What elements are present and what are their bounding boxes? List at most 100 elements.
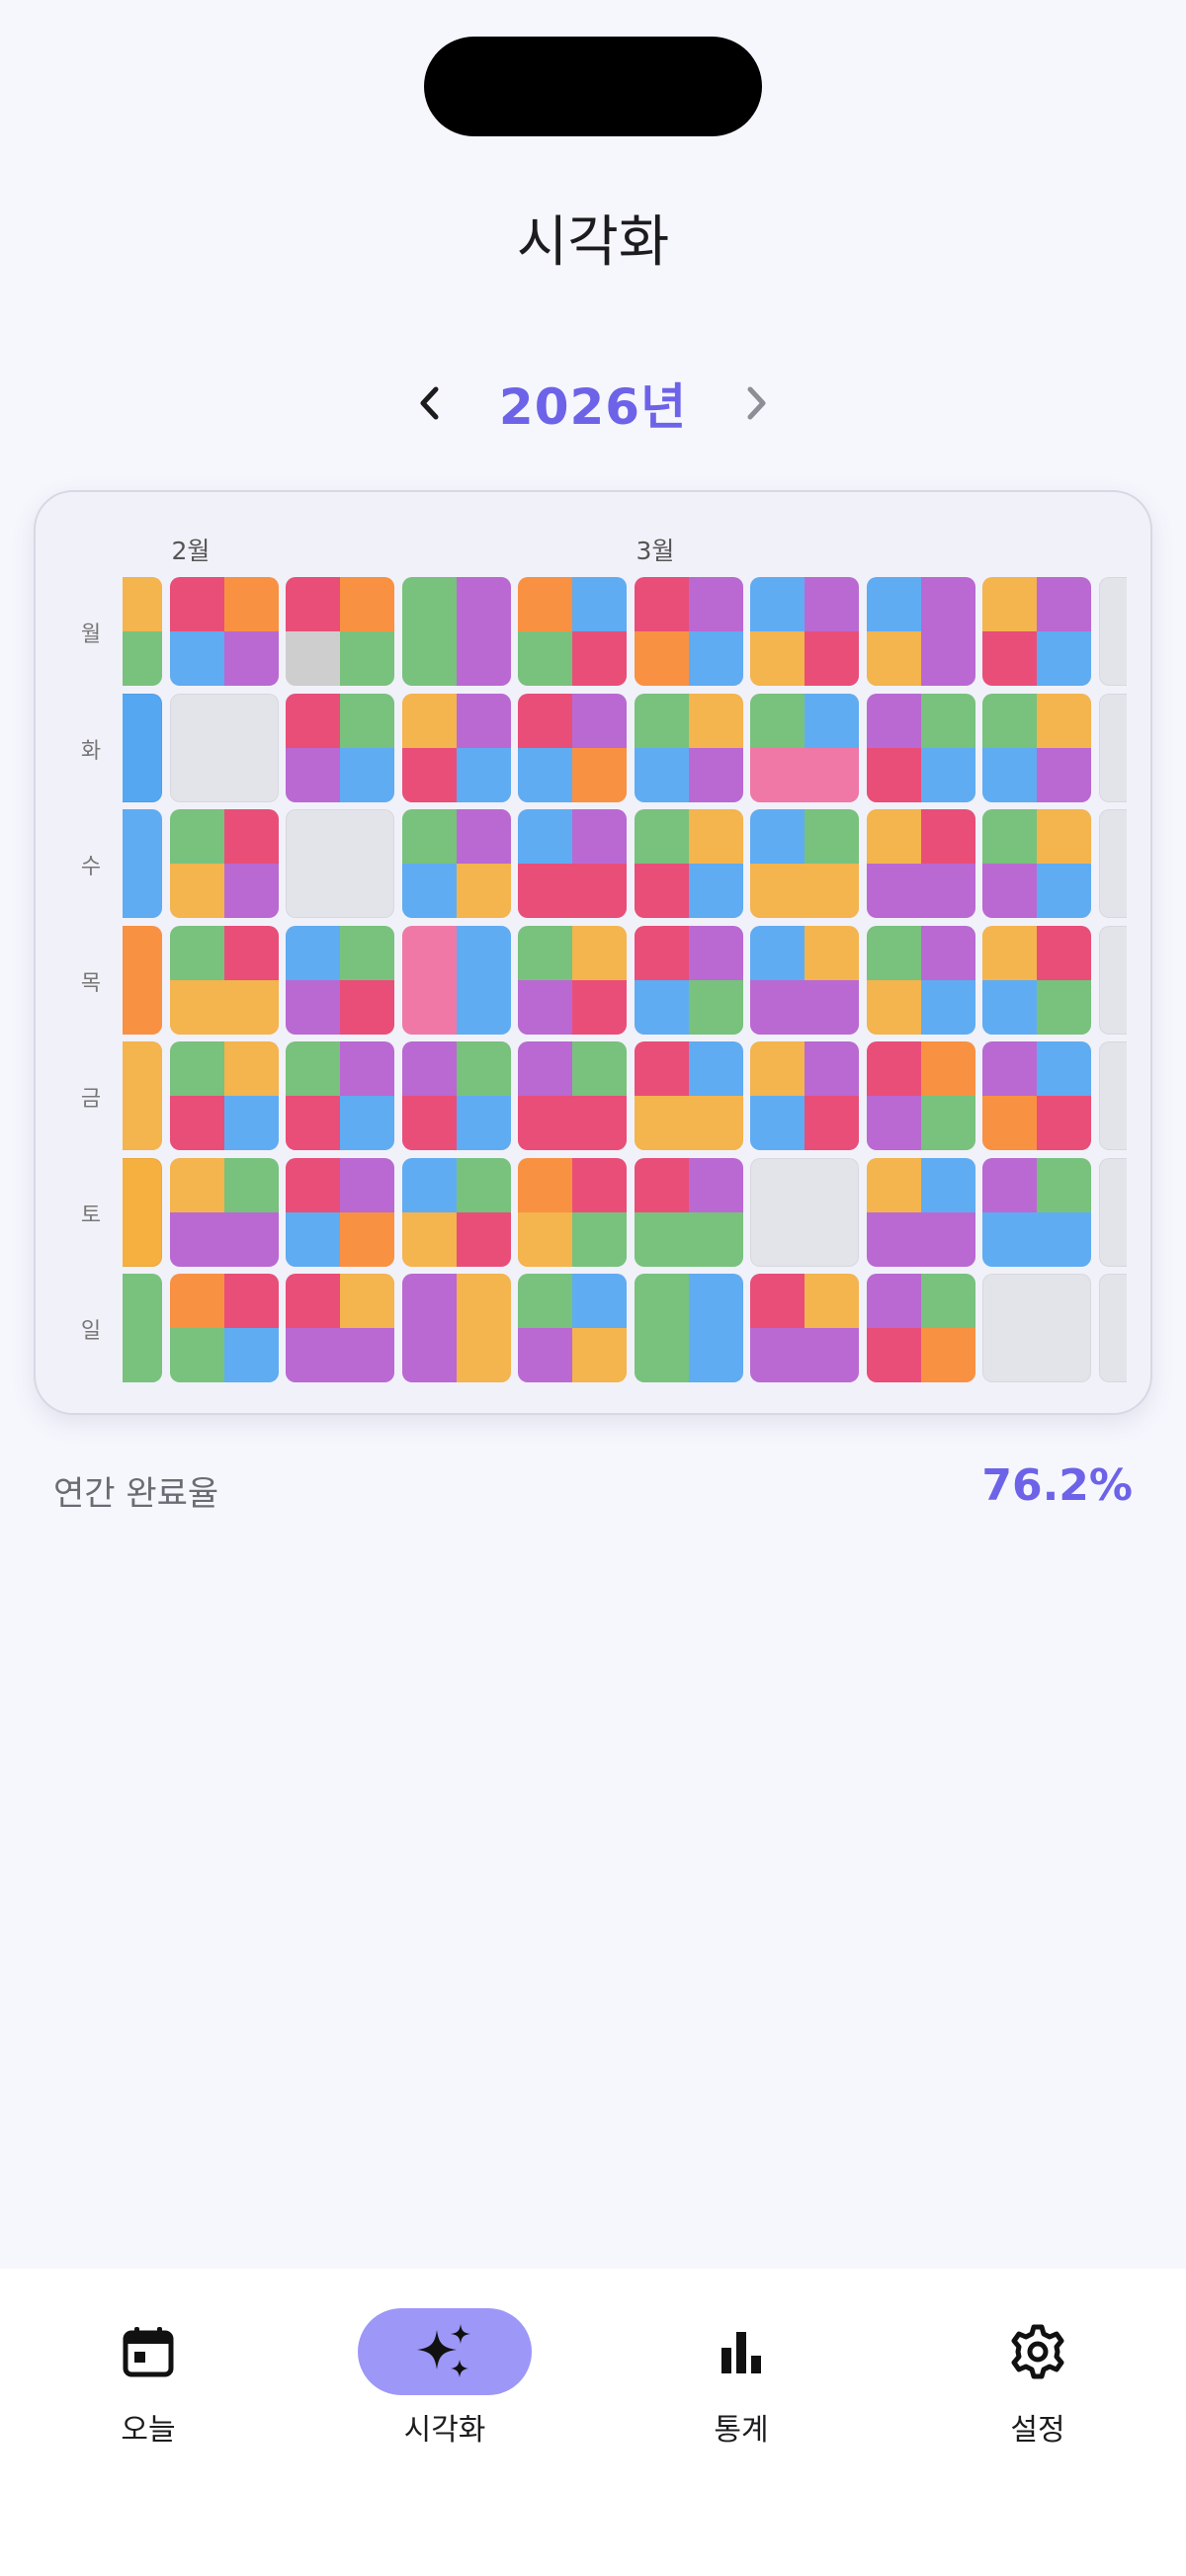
day-cell[interactable] <box>1098 925 1127 1035</box>
gear-icon <box>1011 2324 1064 2379</box>
tab-visualization[interactable]: 시각화 <box>336 2308 553 2476</box>
weekday-label: 목 <box>80 970 102 996</box>
month-label: 3월 <box>635 537 675 565</box>
day-cell[interactable] <box>750 1157 859 1267</box>
day-cell[interactable] <box>1098 1041 1127 1150</box>
day-cell[interactable] <box>286 577 394 686</box>
page-title: 시각화 <box>516 210 670 275</box>
day-cell[interactable] <box>518 1041 627 1150</box>
day-cell[interactable] <box>286 1041 394 1150</box>
tab-bar: 오늘 시각화 통계 설정 <box>0 2269 1186 2576</box>
day-cell[interactable] <box>1098 1157 1127 1267</box>
day-cell[interactable] <box>401 1157 511 1267</box>
day-cell[interactable] <box>982 1157 1091 1267</box>
day-cell[interactable] <box>401 577 511 686</box>
day-cell[interactable] <box>634 809 743 918</box>
day-cell[interactable] <box>518 577 627 686</box>
day-cell[interactable] <box>123 809 162 918</box>
day-cell[interactable] <box>982 1041 1091 1150</box>
day-cell[interactable] <box>634 693 743 802</box>
day-cell[interactable] <box>750 809 859 918</box>
day-cell[interactable] <box>750 1274 859 1382</box>
day-cell[interactable] <box>866 925 975 1035</box>
day-cell[interactable] <box>169 1274 279 1382</box>
day-cell[interactable] <box>1098 809 1127 918</box>
tab-statistics-label: 통계 <box>714 2413 769 2448</box>
day-cell[interactable] <box>286 693 394 802</box>
next-year-button[interactable] <box>726 364 786 443</box>
sparkles-icon <box>417 2324 470 2377</box>
day-cell[interactable] <box>634 577 743 686</box>
day-cell[interactable] <box>518 925 627 1035</box>
day-cell[interactable] <box>982 925 1091 1035</box>
day-cell[interactable] <box>750 925 859 1035</box>
day-cell[interactable] <box>286 809 394 918</box>
day-cell[interactable] <box>634 1274 743 1382</box>
weekday-label: 금 <box>80 1087 102 1112</box>
day-cell[interactable] <box>286 1157 394 1267</box>
day-cell[interactable] <box>123 577 162 686</box>
day-cell[interactable] <box>169 577 279 686</box>
calendar-icon <box>123 2327 174 2377</box>
weekday-label: 화 <box>80 738 102 764</box>
day-cell[interactable] <box>750 577 859 686</box>
day-cell[interactable] <box>982 1274 1091 1382</box>
day-cell[interactable] <box>1098 1274 1127 1382</box>
tab-settings[interactable]: 설정 <box>929 2308 1146 2476</box>
weekday-label: 월 <box>80 623 102 647</box>
day-cell[interactable] <box>866 809 975 918</box>
day-cell[interactable] <box>169 925 279 1035</box>
day-cell[interactable] <box>866 1157 975 1267</box>
day-cell[interactable] <box>866 693 975 802</box>
day-cell[interactable] <box>401 693 511 802</box>
day-cell[interactable] <box>866 577 975 686</box>
day-cell[interactable] <box>634 1157 743 1267</box>
day-cell[interactable] <box>123 1157 162 1267</box>
day-cell[interactable] <box>982 693 1091 802</box>
day-cell[interactable] <box>123 1041 162 1150</box>
day-cell[interactable] <box>866 1041 975 1150</box>
day-cell[interactable] <box>518 1157 627 1267</box>
day-cell[interactable] <box>634 1041 743 1150</box>
day-cell[interactable] <box>982 577 1091 686</box>
day-cell[interactable] <box>169 693 279 802</box>
chevron-right-icon <box>747 386 766 420</box>
day-cell[interactable] <box>401 1274 511 1382</box>
day-cell[interactable] <box>286 1274 394 1382</box>
day-cell[interactable] <box>982 809 1091 918</box>
day-cell[interactable] <box>401 809 511 918</box>
day-cell[interactable] <box>1098 693 1127 802</box>
tab-today[interactable]: 오늘 <box>40 2308 257 2476</box>
weekday-label: 일 <box>80 1319 102 1344</box>
tab-settings-label: 설정 <box>1010 2413 1065 2448</box>
annual-completion-value: 76.2% <box>981 1460 1133 1511</box>
day-cell[interactable] <box>750 693 859 802</box>
day-cell[interactable] <box>169 1041 279 1150</box>
day-cell[interactable] <box>634 925 743 1035</box>
tab-statistics[interactable]: 통계 <box>633 2308 850 2476</box>
day-cell[interactable] <box>123 925 162 1035</box>
day-cell[interactable] <box>750 1041 859 1150</box>
year-label: 2026년 <box>498 378 688 436</box>
day-cell[interactable] <box>169 1157 279 1267</box>
day-cell[interactable] <box>866 1274 975 1382</box>
dynamic-island <box>424 37 762 136</box>
chevron-left-icon <box>420 386 439 420</box>
day-cell[interactable] <box>123 1274 162 1382</box>
day-cell[interactable] <box>286 925 394 1035</box>
day-cell[interactable] <box>518 809 627 918</box>
year-heatmap-card: 2월 3월 월화수목금토일 <box>34 490 1152 1415</box>
day-cell[interactable] <box>1098 577 1127 686</box>
day-cell[interactable] <box>518 693 627 802</box>
day-cell[interactable] <box>123 693 162 802</box>
bar-chart-icon <box>721 2332 761 2373</box>
day-cell[interactable] <box>169 809 279 918</box>
month-label: 2월 <box>171 537 211 565</box>
previous-year-button[interactable] <box>400 364 460 443</box>
day-cell[interactable] <box>518 1274 627 1382</box>
annual-completion-label: 연간 완료율 <box>53 1474 219 1514</box>
year-navigator: 2026년 <box>0 364 1186 443</box>
weekday-label: 토 <box>80 1203 102 1228</box>
day-cell[interactable] <box>401 1041 511 1150</box>
day-cell[interactable] <box>401 925 511 1035</box>
